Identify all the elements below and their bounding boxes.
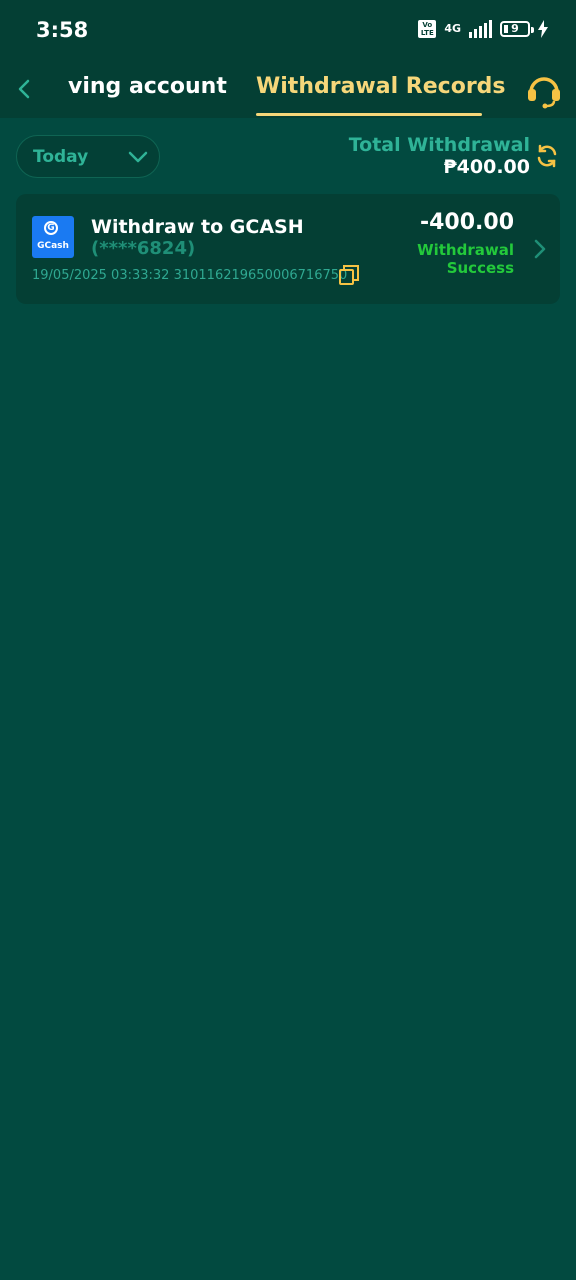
chevron-right-icon — [534, 239, 546, 259]
network-type: 4G — [444, 22, 461, 35]
total-withdrawal-label: Total Withdrawal — [348, 134, 530, 156]
active-tab-indicator — [256, 113, 482, 116]
record-status-line2: Success — [446, 259, 514, 277]
withdrawal-records-screen: 3:58 Vo LTE 4G 9 ving account Withdrawal … — [0, 0, 576, 1280]
headset-icon — [528, 77, 560, 109]
gcash-g-icon: G — [44, 221, 58, 235]
volte-icon: Vo LTE — [418, 20, 437, 38]
back-button[interactable] — [10, 74, 40, 104]
customer-support-button[interactable] — [524, 70, 564, 110]
signal-icon — [469, 20, 492, 38]
total-withdrawal-amount: ₱400.00 — [443, 156, 530, 178]
tab-withdrawal-records[interactable]: Withdrawal Records — [256, 74, 506, 99]
charging-icon — [538, 20, 548, 38]
gcash-logo-text: GCash — [37, 241, 69, 251]
record-datetime: 19/05/2025 03:33:32 — [32, 268, 170, 283]
record-status-line1: Withdrawal — [417, 241, 514, 259]
battery-level: 9 — [511, 22, 519, 35]
record-title: Withdraw to GCASH — [91, 216, 304, 238]
record-meta: 19/05/2025 03:33:32 31011621965000671675… — [32, 268, 347, 283]
withdrawal-record-card[interactable]: G GCash Withdraw to GCASH (****6824) 19/… — [16, 194, 560, 304]
copy-order-id-button[interactable] — [338, 264, 360, 286]
status-bar: 3:58 Vo LTE 4G 9 — [0, 0, 576, 64]
date-filter-value: Today — [33, 147, 89, 167]
battery-icon: 9 — [500, 21, 534, 37]
tab-saving-account[interactable]: ving account — [68, 74, 227, 99]
top-nav: ving account Withdrawal Records — [0, 64, 576, 118]
system-icons: Vo LTE 4G 9 — [418, 20, 548, 38]
copy-icon — [339, 265, 359, 285]
record-order-id: 310116219650006716750 — [173, 268, 348, 283]
chevron-left-icon — [18, 79, 30, 99]
refresh-icon — [537, 144, 557, 168]
chevron-down-icon — [128, 151, 148, 163]
gcash-logo: G GCash — [32, 216, 74, 258]
status-time: 3:58 — [36, 18, 89, 42]
record-amount: -400.00 — [419, 210, 514, 235]
record-status: Withdrawal Success — [394, 241, 514, 277]
date-filter-dropdown[interactable]: Today — [16, 135, 160, 178]
record-account: (****6824) — [91, 238, 196, 259]
refresh-button[interactable] — [534, 143, 560, 169]
